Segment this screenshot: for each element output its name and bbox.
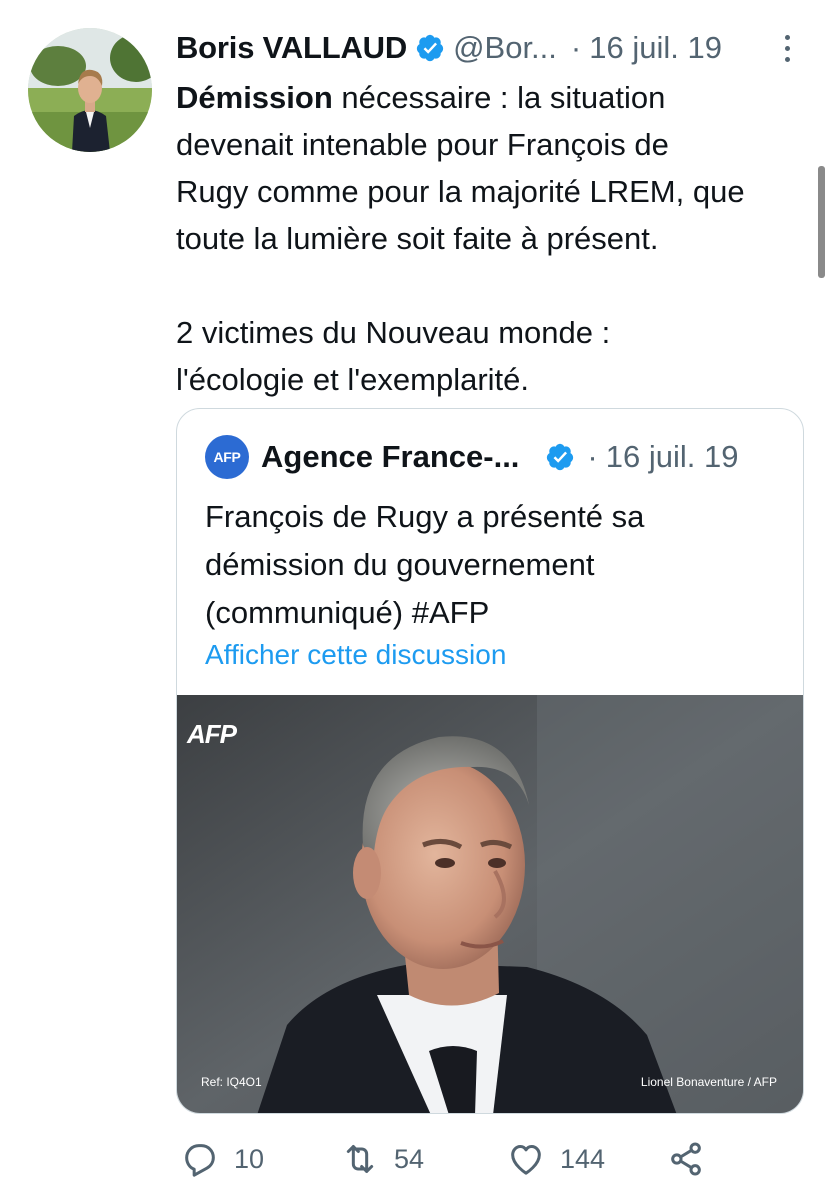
quoted-tweet[interactable]: AFP Agence France-... · 16 juil. 19 Fran…	[176, 408, 804, 1114]
verified-icon	[547, 443, 574, 471]
tweet-line-6: l'écologie et l'exemplarité.	[176, 362, 530, 397]
photo-ref: Ref: IQ4O1	[201, 1075, 262, 1089]
quoted-text: François de Rugy a présenté sa démission…	[205, 493, 785, 637]
retweet-button[interactable]: 54	[340, 1134, 424, 1184]
tweet-bold-lead: Démission	[176, 80, 333, 115]
action-bar: 10 54 144	[176, 1134, 736, 1184]
like-count: 144	[560, 1143, 606, 1174]
quoted-avatar[interactable]: AFP	[205, 435, 249, 479]
quoted-author-name[interactable]: Agence France-...	[261, 439, 519, 475]
quoted-date[interactable]: 16 juil. 19	[606, 439, 739, 475]
tweet-line-1: Démission nécessaire : la situation	[176, 74, 816, 121]
avatar[interactable]	[28, 28, 152, 152]
tweet: Boris VALLAUD @Bor... · 16 juil. 19 Démi…	[0, 0, 832, 1200]
tweet-line-5: 2 victimes du Nouveau monde :	[176, 315, 611, 350]
share-button[interactable]	[666, 1134, 720, 1184]
author-name[interactable]: Boris VALLAUD	[176, 30, 407, 66]
more-icon[interactable]	[776, 28, 798, 68]
like-button[interactable]: 144	[506, 1134, 605, 1184]
share-icon	[671, 1142, 701, 1176]
scrollbar[interactable]	[818, 166, 825, 278]
retweet-icon	[346, 1145, 374, 1173]
quoted-line-2: démission du gouvernement	[205, 547, 595, 582]
reply-icon	[185, 1144, 215, 1177]
tweet-line-4: toute la lumière soit faite à présent.	[176, 221, 659, 256]
tweet-line-1-rest: nécessaire : la situation	[332, 80, 666, 115]
tweet-text: Démission nécessaire : la situation deve…	[176, 74, 816, 403]
tweet-line-3: Rugy comme pour la majorité LREM, que	[176, 174, 745, 209]
verified-icon	[416, 34, 444, 62]
quoted-line-1: François de Rugy a présenté sa	[205, 499, 645, 534]
quoted-line-3: (communiqué) #AFP	[205, 595, 490, 630]
tweet-header: Boris VALLAUD @Bor... · 16 juil. 19	[176, 26, 796, 70]
photo-watermark: AFP	[187, 719, 237, 749]
photo-credit: Lionel Bonaventure / AFP	[640, 1075, 777, 1089]
tweet-date[interactable]: 16 juil. 19	[589, 30, 722, 66]
show-thread-link[interactable]: Afficher cette discussion	[205, 639, 506, 671]
like-icon	[511, 1145, 541, 1175]
tweet-line-2: devenait intenable pour François de	[176, 127, 669, 162]
separator-dot: ·	[570, 30, 582, 65]
quoted-header: AFP Agence France-... · 16 juil. 19	[205, 435, 785, 479]
retweet-count: 54	[394, 1143, 425, 1174]
separator-dot: ·	[587, 439, 598, 474]
reply-count: 10	[234, 1143, 265, 1174]
reply-button[interactable]: 10	[180, 1134, 264, 1184]
author-handle[interactable]: @Bor...	[453, 30, 557, 66]
quoted-photo[interactable]: AFP Ref: IQ4O1 Lionel Bonaventure / AFP	[177, 695, 803, 1113]
